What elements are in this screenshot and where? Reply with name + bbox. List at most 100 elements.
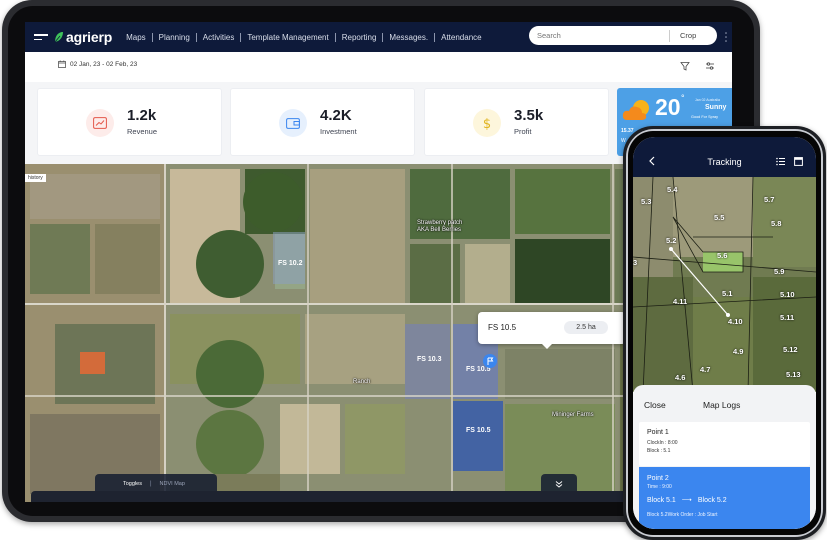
- map-logs-sheet: Close Map Logs Point 1 ClockIn : 8:00 Bl…: [633, 385, 816, 529]
- investment-label: Investment: [320, 127, 357, 136]
- place-label: AKA Bell Berries: [417, 227, 462, 233]
- phone-title: Tracking: [707, 157, 742, 167]
- block-label[interactable]: 5.5: [714, 213, 724, 222]
- log-route: Block 5.1 ⟶ Block 5.2: [647, 496, 727, 505]
- tracking-map[interactable]: 5.4 5.3 5.7 5.5 5.8 5.2 5.6 5.9 5.1 5.10…: [633, 177, 816, 392]
- block-label[interactable]: 5.13: [786, 370, 801, 379]
- block-label[interactable]: 4.6: [675, 373, 685, 382]
- svg-text:$: $: [483, 117, 491, 130]
- search-input[interactable]: [537, 31, 669, 40]
- weather-temperature: 20: [655, 94, 681, 120]
- dollar-icon: $: [473, 109, 501, 137]
- trend-up-icon: [86, 109, 114, 137]
- list-icon[interactable]: [776, 157, 785, 166]
- profit-card[interactable]: $ 3.5k Profit: [424, 88, 609, 156]
- log-title: Point 1: [647, 429, 669, 436]
- weather-location: Jan 02 Australia: [695, 98, 720, 102]
- block-label[interactable]: 4.9: [733, 347, 743, 356]
- close-button[interactable]: Close: [644, 400, 666, 410]
- revenue-label: Revenue: [127, 127, 158, 136]
- block-label[interactable]: 5.4: [667, 185, 677, 194]
- block-label[interactable]: 5.9: [774, 267, 784, 276]
- nav-reporting[interactable]: Reporting: [336, 33, 383, 42]
- leaf-icon: [54, 32, 63, 43]
- block-label[interactable]: 4.11: [673, 297, 687, 306]
- filter-bar: 02 Jan, 23 - 02 Feb, 23: [25, 52, 732, 82]
- top-navbar: agrierp Maps Planning Activities Templat…: [25, 22, 732, 52]
- settings-sliders-icon[interactable]: [705, 61, 715, 71]
- block-label[interactable]: 5.11: [780, 313, 794, 322]
- field-label-fs-10-2[interactable]: FS 10.2: [278, 260, 303, 267]
- block-label[interactable]: 5.8: [771, 219, 781, 228]
- nav-activities[interactable]: Activities: [197, 33, 241, 42]
- phone-screen: Tracking 5.4 5.3 5.7 5.5 5.8 5.2 5.6 5.9…: [633, 137, 816, 529]
- place-label: Strawberry patch: [417, 220, 463, 226]
- main-nav: Maps Planning Activities Template Manage…: [120, 32, 488, 42]
- filter-icon[interactable]: [680, 61, 690, 71]
- ndvi-map-tab[interactable]: NDVI Map: [160, 481, 185, 487]
- block-label[interactable]: 5.3: [641, 197, 651, 206]
- weather-advice: Good For Spray: [691, 115, 719, 119]
- profit-label: Profit: [514, 127, 532, 136]
- toggles-tab[interactable]: Toggles: [123, 481, 142, 487]
- investment-card[interactable]: 4.2K Investment: [230, 88, 415, 156]
- partly-sunny-icon: [622, 100, 649, 120]
- log-block: Block : 5.1: [647, 448, 671, 454]
- block-label[interactable]: 4.7: [700, 365, 710, 374]
- nav-messages[interactable]: Messages.: [383, 33, 434, 42]
- weather-condition: Sunny: [705, 104, 727, 111]
- sheet-title: Map Logs: [703, 400, 741, 410]
- block-label[interactable]: 5.10: [780, 290, 795, 299]
- place-label: Ranch: [353, 379, 371, 385]
- log-clockin: ClockIn : 8:00: [647, 440, 678, 446]
- phone-header: Tracking: [633, 137, 816, 177]
- flag-marker-icon[interactable]: [483, 354, 497, 370]
- crop-select[interactable]: Crop: [680, 31, 696, 40]
- history-tab[interactable]: history: [25, 174, 46, 182]
- field-popup[interactable]: FS 10.5 2.5 ha: [478, 312, 626, 349]
- calendar-icon: [58, 60, 66, 68]
- nav-attendance[interactable]: Attendance: [435, 33, 487, 42]
- revenue-card[interactable]: 1.2k Revenue: [37, 88, 222, 156]
- investment-value: 4.2K: [320, 107, 352, 124]
- log-work-order: Block 5.2Work Order : Job Start: [647, 512, 718, 518]
- popup-title: FS 10.5: [488, 323, 517, 332]
- wallet-icon: [279, 109, 307, 137]
- nav-planning[interactable]: Planning: [153, 33, 196, 42]
- weather-degree: °: [681, 93, 685, 103]
- log-title: Point 2: [647, 475, 669, 482]
- route-to: Block 5.2: [697, 496, 727, 504]
- place-label: Mininger Farms: [552, 412, 594, 418]
- chevron-down-icon: [555, 481, 563, 488]
- arrow-right-icon: ⟶: [681, 497, 692, 504]
- nav-template-management[interactable]: Template Management: [241, 33, 334, 42]
- device-mockup: agrierp Maps Planning Activities Templat…: [0, 0, 827, 540]
- block-label[interactable]: 5.6: [717, 251, 727, 260]
- tracking-map-imagery: [633, 177, 816, 392]
- field-label-fs-10-5-lower[interactable]: FS 10.5: [466, 427, 491, 434]
- search-bar: Crop: [529, 26, 717, 45]
- block-label[interactable]: 5.12: [783, 345, 798, 354]
- phone-device: Tracking 5.4 5.3 5.7 5.5 5.8 5.2 5.6 5.9…: [623, 126, 826, 540]
- more-vertical-icon[interactable]: [725, 32, 727, 42]
- date-range-text: 02 Jan, 23 - 02 Feb, 23: [70, 60, 138, 68]
- route-from: Block 5.1: [647, 496, 676, 504]
- date-range-picker[interactable]: 02 Jan, 23 - 02 Feb, 23: [58, 60, 137, 68]
- block-label[interactable]: 5.7: [764, 195, 774, 204]
- revenue-value: 1.2k: [127, 107, 157, 124]
- log-item-selected[interactable]: Point 2 Time : 9:00 Block 5.1 ⟶ Block 5.…: [639, 467, 810, 529]
- block-label[interactable]: 3: [633, 258, 637, 267]
- block-label[interactable]: 4.10: [728, 317, 743, 326]
- logo[interactable]: agrierp: [54, 29, 112, 45]
- nav-maps[interactable]: Maps: [120, 33, 152, 42]
- menu-icon[interactable]: [34, 34, 48, 40]
- block-label[interactable]: 5.2: [666, 236, 676, 245]
- logo-text-erp: erp: [90, 29, 113, 45]
- block-label[interactable]: 5.1: [722, 289, 732, 298]
- window-icon[interactable]: [794, 157, 803, 166]
- log-item[interactable]: Point 1 ClockIn : 8:00 Block : 5.1: [639, 422, 810, 466]
- field-label-fs-10-3[interactable]: FS 10.3: [417, 356, 442, 363]
- logo-text-agri: agri: [66, 29, 91, 45]
- area-badge: 2.5 ha: [564, 321, 608, 334]
- profit-value: 3.5k: [514, 107, 544, 124]
